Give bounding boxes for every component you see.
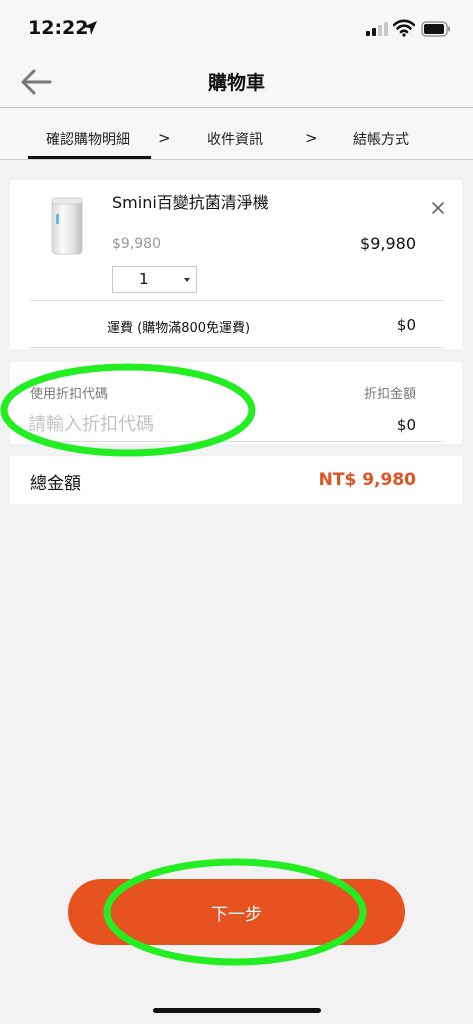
next-step-button[interactable]: 下一步 bbox=[68, 879, 405, 945]
discount-label: 折扣金額 bbox=[363, 387, 416, 402]
total-amount: NT$ 9,980 bbox=[318, 470, 416, 490]
quantity-value: 1 bbox=[139, 270, 149, 288]
shipping-label: 運費 (購物滿800免運費) bbox=[107, 321, 251, 336]
status-time: 12:22 bbox=[28, 17, 89, 39]
divider bbox=[30, 300, 444, 301]
location-arrow-icon bbox=[83, 21, 97, 35]
next-step-label: 下一步 bbox=[211, 905, 262, 925]
divider bbox=[30, 441, 444, 442]
coupon-code-input[interactable] bbox=[28, 410, 308, 438]
step-separator: > bbox=[305, 129, 318, 147]
step-confirm-items[interactable]: 確認購物明細 bbox=[46, 129, 130, 149]
remove-item-icon[interactable] bbox=[430, 200, 446, 216]
step-payment-method[interactable]: 結帳方式 bbox=[353, 129, 409, 149]
caret-down-icon bbox=[184, 278, 190, 282]
step-recipient-info[interactable]: 收件資訊 bbox=[207, 129, 263, 149]
product-original-price: $9,980 bbox=[112, 236, 161, 252]
total-label: 總金額 bbox=[30, 474, 81, 494]
active-step-indicator bbox=[28, 156, 151, 159]
product-name: Smini百變抗菌清淨機 bbox=[112, 193, 269, 212]
status-bar: 12:22 bbox=[0, 0, 473, 56]
checkout-steps: 確認購物明細 > 收件資訊 > 結帳方式 bbox=[0, 109, 473, 160]
coupon-label: 使用折扣代碼 bbox=[30, 387, 109, 402]
battery-icon bbox=[421, 21, 450, 37]
total-card: 總金額 NT$ 9,980 bbox=[10, 456, 462, 504]
quantity-select[interactable]: 1 bbox=[112, 266, 197, 293]
step-separator: > bbox=[158, 129, 171, 147]
cart-item-card: Smini百變抗菌清淨機 $9,980 $9,980 1 運費 (購物滿800免… bbox=[10, 180, 462, 349]
page-title: 購物車 bbox=[207, 72, 265, 94]
header: 購物車 bbox=[0, 56, 473, 108]
shipping-value: $0 bbox=[396, 316, 416, 334]
product-price: $9,980 bbox=[360, 234, 416, 253]
wifi-icon bbox=[393, 19, 415, 37]
coupon-card: 使用折扣代碼 折扣金額 $0 bbox=[10, 362, 462, 444]
product-image bbox=[51, 197, 83, 255]
home-indicator bbox=[153, 1008, 321, 1013]
discount-value: $0 bbox=[396, 416, 416, 434]
cellular-signal-icon bbox=[366, 22, 388, 36]
divider bbox=[30, 347, 444, 348]
